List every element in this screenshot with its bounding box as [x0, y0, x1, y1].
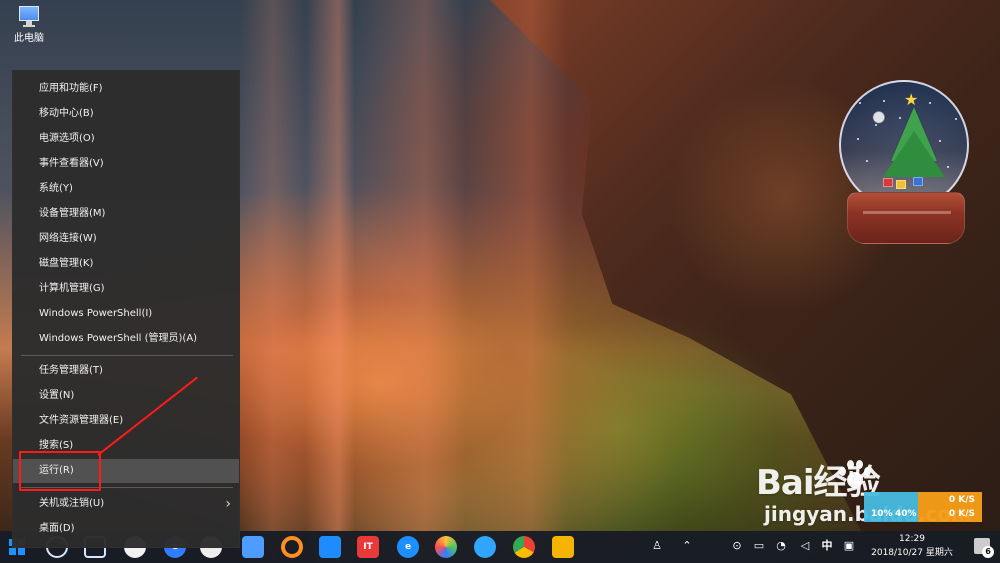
search-orange-icon[interactable]: [281, 536, 303, 558]
menu-item-system[interactable]: 系统(Y): [13, 177, 239, 201]
volume-icon[interactable]: ◁: [798, 539, 812, 553]
internet-explorer-icon[interactable]: e: [397, 536, 419, 558]
gift-box-icon: [896, 180, 906, 189]
app-tray-icon[interactable]: ⊙: [730, 539, 744, 553]
menu-item-label: 搜索(S): [39, 440, 74, 451]
menu-item-power-options[interactable]: 电源选项(O): [13, 127, 239, 151]
menu-item-label: 桌面(D): [39, 523, 75, 534]
menu-item-label: 计算机管理(G): [39, 283, 105, 294]
menu-item-label: 事件查看器(V): [39, 158, 104, 169]
desktop: 此电脑 应用和功能(F) 移动中心(B) 电源选项(O) 事件查看器(V) 系统…: [0, 0, 1000, 563]
menu-item-windows-powershell-admin[interactable]: Windows PowerShell (管理员)(A): [13, 327, 239, 351]
menu-item-settings[interactable]: 设置(N): [13, 384, 239, 408]
notification-center-icon[interactable]: 6: [974, 538, 994, 558]
people-icon[interactable]: ♙: [650, 539, 664, 553]
menu-item-label: 磁盘管理(K): [39, 258, 94, 269]
security-icon[interactable]: ▣: [842, 539, 856, 553]
download-speed: 0 K/S: [948, 509, 975, 519]
menu-item-label: 网络连接(W): [39, 233, 97, 244]
windows-store-icon[interactable]: [319, 536, 341, 558]
system-tray: ♙ ⌃ ⊙ ▭ ◔ ◁ 中 ▣ 12:29 2018/10/27 星期六 6: [644, 531, 1000, 563]
memory-percent: 40%: [895, 509, 917, 519]
menu-item-run[interactable]: 运行(R): [13, 459, 239, 483]
computer-icon: [16, 5, 42, 29]
menu-item-label: 设置(N): [39, 390, 75, 401]
menu-item-windows-powershell[interactable]: Windows PowerShell(I): [13, 302, 239, 326]
menu-item-label: Windows PowerShell (管理员)(A): [39, 333, 198, 344]
media-icon[interactable]: IT: [357, 536, 379, 558]
qq-blue-icon[interactable]: [474, 536, 496, 558]
upload-speed: 0 K/S: [948, 495, 975, 505]
this-pc-shortcut[interactable]: 此电脑: [8, 5, 50, 45]
gift-box-icon: [883, 178, 893, 187]
chevron-right-icon: ›: [225, 496, 231, 512]
menu-separator: [21, 487, 233, 488]
menu-item-label: 任务管理器(T): [39, 365, 103, 376]
menu-item-label: 文件资源管理器(E): [39, 415, 124, 426]
notification-badge: 6: [982, 546, 994, 558]
system-clock[interactable]: 12:29 2018/10/27 星期六: [866, 532, 958, 560]
chevron-up-icon[interactable]: ⌃: [680, 539, 694, 553]
menu-item-label: 应用和功能(F): [39, 83, 103, 94]
menu-item-file-explorer[interactable]: 文件资源管理器(E): [13, 409, 239, 433]
menu-item-apps-and-features[interactable]: 应用和功能(F): [13, 77, 239, 101]
network-speed-panel: 0 K/S 0 K/S: [918, 492, 982, 522]
menu-item-label: Windows PowerShell(I): [39, 308, 153, 319]
clock-time: 12:29: [899, 534, 925, 544]
menu-item-task-manager[interactable]: 任务管理器(T): [13, 359, 239, 383]
resource-usage-panel: 10% 40%: [864, 492, 918, 522]
menu-item-label: 运行(R): [39, 465, 74, 476]
menu-item-label: 设备管理器(M): [39, 208, 106, 219]
gift-box-icon: [913, 177, 923, 186]
menu-item-search[interactable]: 搜索(S): [13, 434, 239, 458]
this-pc-label: 此电脑: [14, 33, 44, 44]
menu-item-label: 关机或注销(U): [39, 498, 105, 509]
menu-item-label: 系统(Y): [39, 183, 73, 194]
menu-item-mobility-center[interactable]: 移动中心(B): [13, 102, 239, 126]
cpu-percent: 10%: [871, 509, 893, 519]
menu-item-computer-management[interactable]: 计算机管理(G): [13, 277, 239, 301]
menu-item-desktop[interactable]: 桌面(D): [13, 517, 239, 541]
menu-item-network-connections[interactable]: 网络连接(W): [13, 227, 239, 251]
ime-indicator[interactable]: 中: [820, 539, 834, 553]
clock-date: 2018/10/27 星期六: [871, 548, 953, 558]
winx-context-menu: 应用和功能(F) 移动中心(B) 电源选项(O) 事件查看器(V) 系统(Y) …: [12, 70, 240, 548]
photo-icon[interactable]: [435, 536, 457, 558]
menu-item-event-viewer[interactable]: 事件查看器(V): [13, 152, 239, 176]
tree-star-icon: ★: [904, 90, 919, 109]
chrome-icon[interactable]: [513, 536, 535, 558]
menu-item-label: 移动中心(B): [39, 108, 94, 119]
file-explorer-icon[interactable]: [552, 536, 574, 558]
snow-globe-widget: ★: [833, 80, 979, 246]
network-monitor-widget: 10% 40% 0 K/S 0 K/S: [864, 492, 982, 522]
menu-item-shutdown-signout[interactable]: 关机或注销(U) ›: [13, 492, 239, 516]
menu-item-device-manager[interactable]: 设备管理器(M): [13, 202, 239, 226]
menu-separator: [21, 355, 233, 356]
menu-item-label: 电源选项(O): [39, 133, 95, 144]
christmas-tree-base-icon: [883, 131, 945, 177]
snow-globe-base: [847, 192, 965, 244]
snow-globe-dome: ★: [839, 80, 969, 210]
feishu-icon[interactable]: [242, 536, 264, 558]
wifi-icon[interactable]: ◔: [774, 539, 788, 553]
battery-icon[interactable]: ▭: [752, 539, 766, 553]
menu-item-disk-management[interactable]: 磁盘管理(K): [13, 252, 239, 276]
